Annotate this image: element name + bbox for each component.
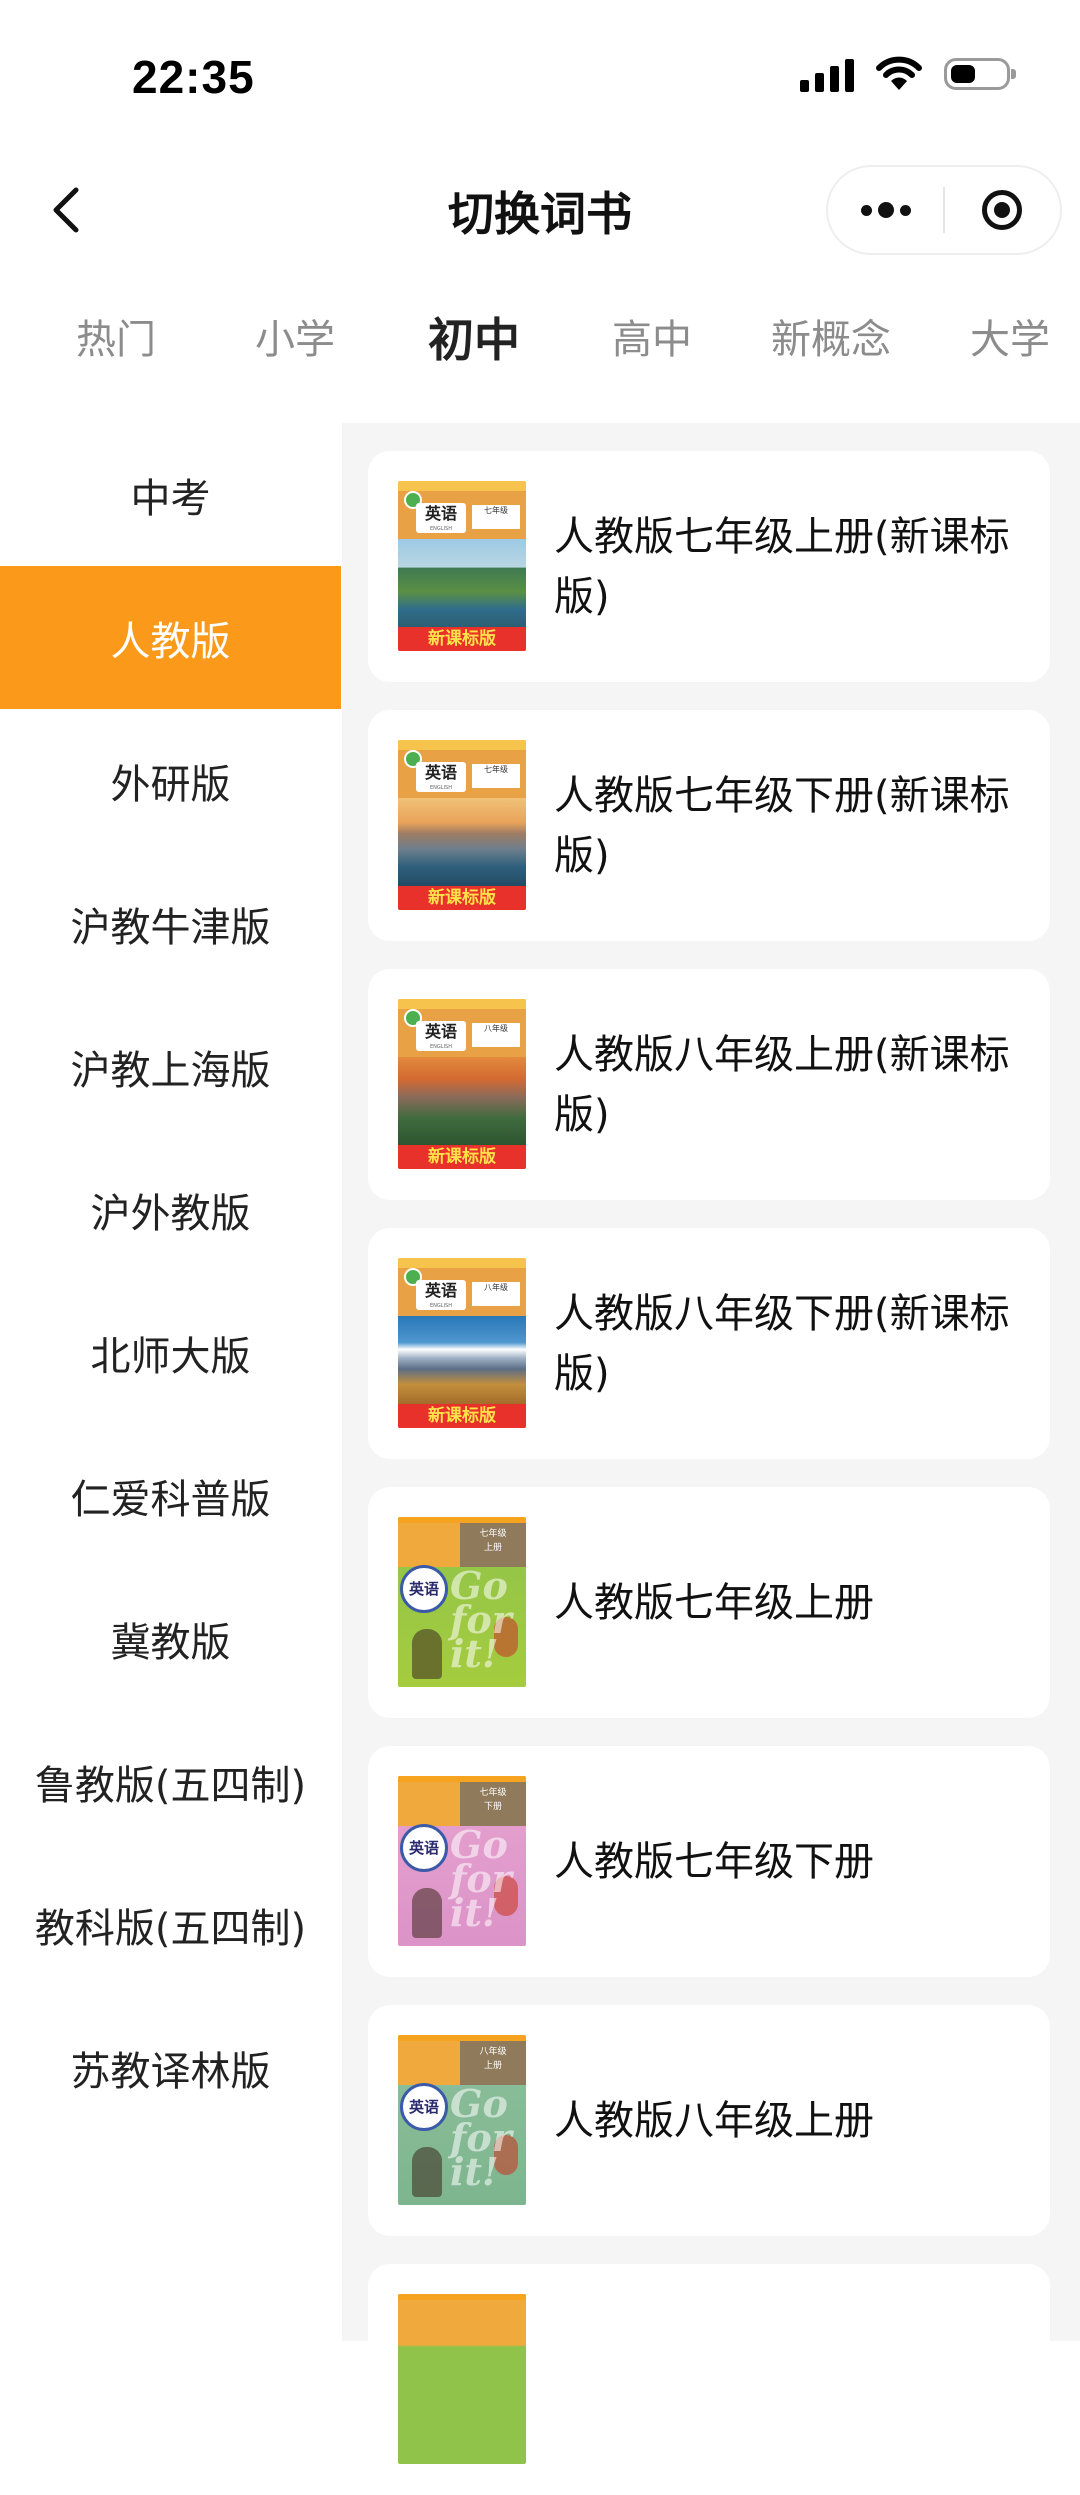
sidebar-item[interactable]: 苏教译林版: [0, 1996, 341, 2139]
tab-junior-high[interactable]: 初中: [384, 300, 564, 380]
cover-grade: 八年级: [472, 1282, 520, 1306]
cover-grade: 八年级: [479, 2047, 507, 2057]
mini-program-capsule: [826, 165, 1062, 255]
cover-term: 上册: [483, 2061, 502, 2071]
level-tabs: 热门 小学 初中 高中 新概念 大学: [0, 300, 1080, 380]
tab-senior-high[interactable]: 高中: [562, 300, 742, 380]
book-title: 人教版八年级下册(新课标版): [554, 1290, 1010, 1397]
book-cover: 七年级 下册 Go for it! 英语: [398, 1776, 526, 1946]
sidebar-item[interactable]: 中考: [0, 423, 341, 566]
sidebar-item[interactable]: 鲁教版(五四制): [0, 1710, 341, 1853]
tab-primary[interactable]: 小学: [205, 300, 385, 380]
book-card[interactable]: 七年级 下册 Go for it! 英语 人教版七年级下册: [368, 1746, 1050, 1977]
signal-icon: [800, 56, 854, 92]
sidebar-item[interactable]: 仁爱科普版: [0, 1424, 341, 1567]
book-list: 英语 ENGLISH 七年级 新课标版 人教版七年级上册(新课标版) 英语 ENGL…: [342, 423, 1080, 2495]
tab-university[interactable]: 大学: [920, 300, 1080, 380]
tab-new-concept[interactable]: 新概念: [741, 300, 921, 380]
book-cover: 英语 ENGLISH 七年级 新课标版: [398, 740, 526, 910]
sidebar-item[interactable]: 外研版: [0, 709, 341, 852]
book-title: 人教版八年级上册: [554, 2097, 874, 2144]
nav-bar: 切换词书: [0, 150, 1080, 270]
cover-grade: 八年级: [472, 1023, 520, 1047]
status-bar: 22:35: [0, 0, 1080, 150]
book-title: 人教版七年级下册: [554, 1838, 874, 1885]
book-cover: [398, 2294, 526, 2464]
cover-grade: 七年级: [472, 505, 520, 529]
tab-hot[interactable]: 热门: [26, 300, 206, 380]
cover-grade: 七年级: [479, 1529, 507, 1539]
cover-subject: 英语: [424, 504, 457, 523]
book-card[interactable]: 八年级 上册 Go for it! 英语 人教版八年级上册: [368, 2005, 1050, 2236]
sidebar-item[interactable]: 教科版(五四制): [0, 1853, 341, 1996]
cover-subject: 英语: [400, 2083, 448, 2131]
cover-subject: 英语: [400, 1824, 448, 1872]
more-icon[interactable]: [828, 167, 943, 253]
book-cover: 英语 ENGLISH 八年级 新课标版: [398, 1258, 526, 1428]
book-title: 人教版七年级上册(新课标版): [554, 513, 1010, 620]
sidebar-item[interactable]: 北师大版: [0, 1281, 341, 1424]
cover-badge: 新课标版: [398, 627, 526, 651]
sidebar-item[interactable]: 沪外教版: [0, 1138, 341, 1281]
cover-subject: 英语: [424, 763, 457, 782]
book-cover: 英语 ENGLISH 八年级 新课标版: [398, 999, 526, 1169]
status-time: 22:35: [132, 51, 255, 103]
cover-term: 上册: [483, 1543, 502, 1553]
book-card[interactable]: 七年级 上册 Go for it! 英语 人教版七年级上册: [368, 1487, 1050, 1718]
book-card[interactable]: 英语 ENGLISH 七年级 新课标版 人教版七年级下册(新课标版): [368, 710, 1050, 941]
sidebar-item[interactable]: 沪教牛津版: [0, 852, 341, 995]
book-title: 人教版七年级下册(新课标版): [554, 772, 1010, 879]
book-cover: 七年级 上册 Go for it! 英语: [398, 1517, 526, 1687]
cover-badge: 新课标版: [398, 1404, 526, 1428]
cover-badge: 新课标版: [398, 1145, 526, 1169]
cover-subject: 英语: [400, 1565, 448, 1613]
sidebar-item-active[interactable]: 人教版: [0, 566, 341, 709]
wifi-icon: [876, 56, 922, 90]
book-title: 人教版七年级上册: [554, 1579, 874, 1626]
book-cover: 英语 ENGLISH 七年级 新课标版: [398, 481, 526, 651]
book-title: 人教版八年级上册(新课标版): [554, 1031, 1010, 1138]
cover-badge: 新课标版: [398, 886, 526, 910]
publisher-sidebar: 中考 人教版 外研版 沪教牛津版 沪教上海版 沪外教版 北师大版 仁爱科普版 冀…: [0, 423, 341, 2139]
sidebar-item[interactable]: 冀教版: [0, 1567, 341, 1710]
book-card[interactable]: 英语 ENGLISH 八年级 新课标版 人教版八年级下册(新课标版): [368, 1228, 1050, 1459]
battery-icon: [944, 58, 1016, 90]
book-card-partial[interactable]: [368, 2264, 1050, 2495]
cover-term: 下册: [483, 1802, 502, 1812]
book-card[interactable]: 英语 ENGLISH 七年级 新课标版 人教版七年级上册(新课标版): [368, 451, 1050, 682]
cover-subject: 英语: [424, 1281, 457, 1300]
sidebar-item[interactable]: 沪教上海版: [0, 995, 341, 1138]
cover-grade: 七年级: [479, 1788, 507, 1798]
cover-grade: 七年级: [472, 764, 520, 788]
cover-subject: 英语: [424, 1022, 457, 1041]
close-target-icon[interactable]: [945, 167, 1060, 253]
book-cover: 八年级 上册 Go for it! 英语: [398, 2035, 526, 2205]
book-card[interactable]: 英语 ENGLISH 八年级 新课标版 人教版八年级上册(新课标版): [368, 969, 1050, 1200]
status-icons: [800, 56, 1016, 92]
